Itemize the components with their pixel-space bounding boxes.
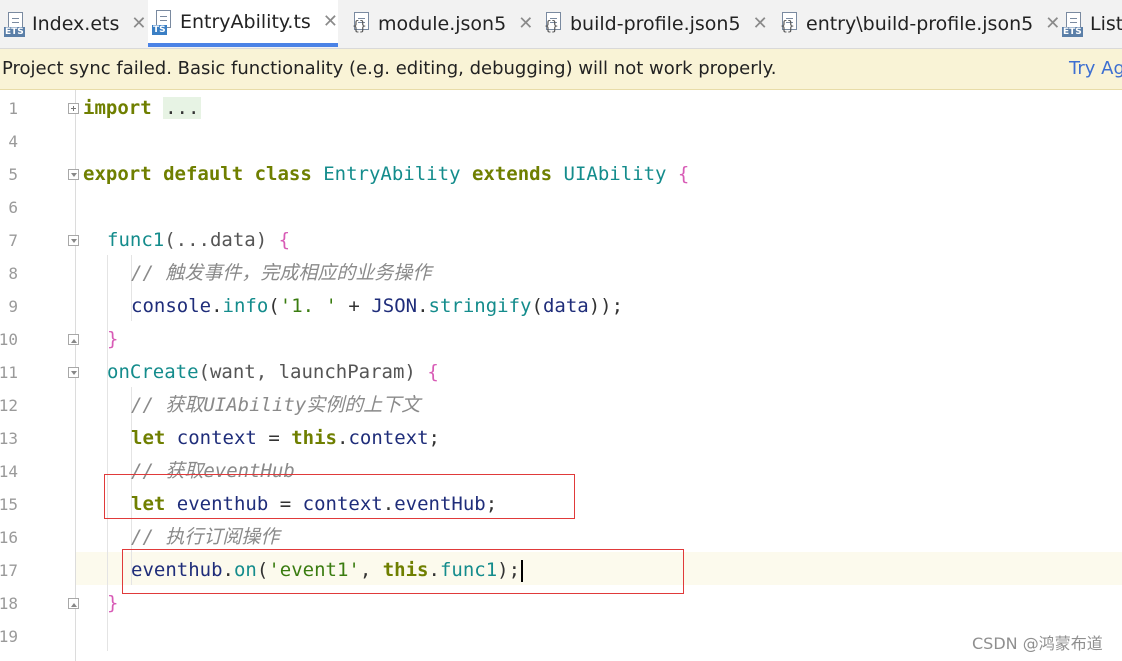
line-number: 10	[0, 330, 18, 349]
line-number: 14	[0, 462, 18, 481]
annotation-box-eventhub-subscription	[122, 549, 684, 594]
json-file-icon: {}	[350, 11, 374, 37]
sync-failed-message: Project sync failed. Basic functionality…	[2, 58, 777, 79]
json-file-icon: {}	[778, 11, 802, 37]
close-icon[interactable]: ✕	[323, 11, 338, 32]
editor-tab-bar: ETS Index.ets ✕ TS EntryAbility.ts ✕ {} …	[0, 0, 1122, 49]
project-sync-banner: Project sync failed. Basic functionality…	[0, 49, 1122, 90]
line-number: 11	[0, 363, 18, 382]
annotation-box-eventhub-declaration	[104, 474, 575, 519]
line-number: 16	[0, 528, 18, 547]
line-number: 13	[0, 429, 18, 448]
tab-list[interactable]: ETS ListI	[1058, 0, 1122, 47]
code-line-11: onCreate(want, launchParam) {	[107, 361, 439, 383]
tab-label: EntryAbility.ts	[180, 10, 311, 33]
code-line-1: import ...	[83, 97, 202, 119]
line-number: 15	[0, 495, 18, 514]
close-icon[interactable]: ✕	[753, 13, 768, 34]
tab-entryability-ts[interactable]: TS EntryAbility.ts ✕	[148, 0, 338, 47]
tab-entry-build-profile-json5[interactable]: {} entry\build-profile.json5 ✕	[774, 0, 1060, 47]
json-file-icon: {}	[542, 11, 566, 37]
line-number: 7	[8, 231, 18, 250]
line-number: 12	[0, 396, 18, 415]
ts-file-icon: TS	[152, 9, 176, 35]
code-line-5: export default class EntryAbility extend…	[83, 163, 690, 185]
code-line-13: let context = this.context;	[131, 427, 440, 449]
tab-build-profile-json5[interactable]: {} build-profile.json5 ✕	[538, 0, 768, 47]
line-number: 18	[0, 594, 18, 613]
code-line-9: console.info('1. ' + JSON.stringify(data…	[131, 295, 624, 317]
tab-label: entry\build-profile.json5	[806, 12, 1034, 35]
line-number-gutter: 1 4 5 6 7 8 9 10 11 12 13 14 15 16 17 18…	[0, 90, 79, 661]
ets-file-icon: ETS	[4, 11, 28, 37]
line-number: 5	[8, 165, 18, 184]
line-number: 4	[8, 132, 18, 151]
line-number: 17	[0, 561, 18, 580]
code-line-8: // 触发事件，完成相应的业务操作	[131, 262, 432, 284]
watermark: CSDN @鸿蒙布道	[972, 634, 1103, 653]
folded-imports[interactable]: ...	[163, 97, 202, 119]
code-editor[interactable]: import ... export default class EntryAbi…	[76, 90, 1122, 661]
tab-label: Index.ets	[32, 12, 120, 35]
line-number: 1	[8, 99, 18, 118]
ets-file-icon: ETS	[1062, 11, 1086, 37]
code-line-18: }	[107, 592, 119, 614]
tab-label: ListI	[1090, 12, 1122, 35]
line-number: 19	[0, 627, 18, 646]
line-number: 8	[8, 264, 18, 283]
close-icon[interactable]: ✕	[131, 13, 146, 34]
close-icon[interactable]: ✕	[518, 13, 533, 34]
tab-label: module.json5	[378, 12, 507, 35]
try-again-link[interactable]: Try Ag	[1069, 49, 1122, 89]
code-line-12: // 获取UIAbility实例的上下文	[131, 394, 421, 416]
line-number: 6	[8, 198, 18, 217]
code-line-7: func1(...data) {	[107, 229, 291, 251]
tab-index-ets[interactable]: ETS Index.ets ✕	[0, 0, 146, 47]
line-number: 9	[8, 297, 18, 316]
tab-label: build-profile.json5	[570, 12, 741, 35]
code-line-10: }	[107, 328, 119, 350]
tab-module-json5[interactable]: {} module.json5 ✕	[346, 0, 533, 47]
